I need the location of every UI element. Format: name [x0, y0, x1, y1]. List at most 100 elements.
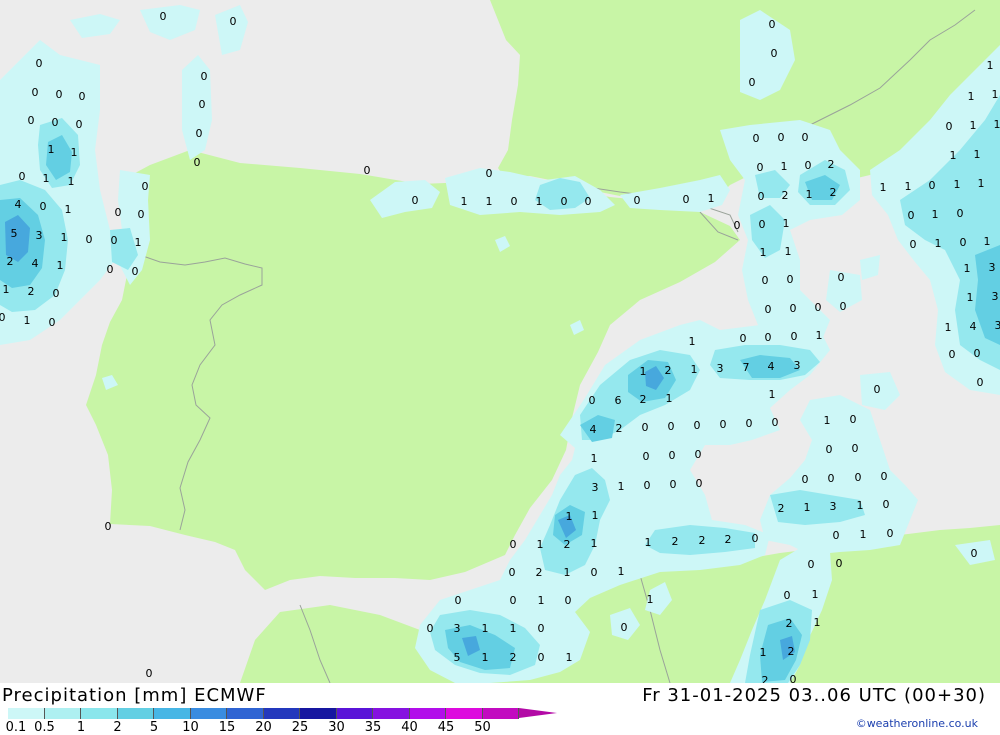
legend-swatch	[483, 708, 520, 719]
precip-value-label: 1	[486, 195, 493, 208]
legend-swatch	[446, 708, 483, 719]
precip-value-label: 0	[850, 413, 857, 426]
precip-value-label: 0	[107, 263, 114, 276]
precip-value-label: 1	[994, 118, 1000, 131]
precip-value-label: 1	[769, 388, 776, 401]
precip-value-label: 0	[28, 114, 35, 127]
precip-value-label: 1	[566, 510, 573, 523]
precip-value-label: 0	[790, 673, 797, 683]
precip-value-label: 1	[974, 148, 981, 161]
precip-value-label: 0	[787, 273, 794, 286]
precip-value-label: 1	[860, 528, 867, 541]
precip-value-label: 1	[645, 536, 652, 549]
precip-value-label: 0	[759, 218, 766, 231]
precip-value-label: 0	[784, 589, 791, 602]
precip-value-label: 0	[538, 651, 545, 664]
precip-value-label: 1	[812, 588, 819, 601]
precip-value-label: 0	[778, 131, 785, 144]
precip-value-label: 0	[115, 206, 122, 219]
precip-value-label: 3	[36, 229, 43, 242]
precip-value-label: 0	[511, 195, 518, 208]
forecast-datetime: Fr 31-01-2025 03..06 UTC (00+30)	[642, 685, 986, 706]
precip-value-label: 0	[974, 347, 981, 360]
precip-value-label: 3	[992, 290, 999, 303]
precip-value-label: 0	[79, 90, 86, 103]
precip-value-label: 1	[945, 321, 952, 334]
precip-value-label: 0	[561, 195, 568, 208]
precip-value-label: 0	[53, 287, 60, 300]
precip-value-label: 0	[694, 419, 701, 432]
precip-value-label: 1	[592, 509, 599, 522]
precip-value-label: 1	[647, 593, 654, 606]
precip-value-label: 1	[816, 329, 823, 342]
precip-value-label: 0	[668, 420, 675, 433]
precip-value-label: 0	[772, 416, 779, 429]
precip-value-label: 0	[720, 418, 727, 431]
precip-value-label: 1	[43, 172, 50, 185]
map-footer: Precipitation [mm] ECMWF Fr 31-01-2025 0…	[0, 683, 1000, 733]
precip-value-label: 0	[364, 164, 371, 177]
precip-value-label: 1	[760, 646, 767, 659]
precip-value-label: 0	[56, 88, 63, 101]
precip-value-label: 1	[65, 203, 72, 216]
map-title: Precipitation [mm] ECMWF	[2, 685, 267, 706]
precip-value-label: 0	[683, 193, 690, 206]
precip-value-label: 7	[743, 361, 750, 374]
precip-value-label: 0	[538, 622, 545, 635]
precip-value-label: 0	[52, 116, 59, 129]
precip-value-label: 1	[970, 119, 977, 132]
precip-value-label: 1	[461, 195, 468, 208]
legend-swatch	[118, 708, 155, 719]
precip-value-label: 0	[40, 200, 47, 213]
legend-color-bar	[8, 708, 557, 719]
precip-value-label: 3	[995, 319, 1000, 332]
precip-value-label: 0	[589, 394, 596, 407]
precip-value-label: 0	[565, 594, 572, 607]
precip-value-label: 0	[838, 271, 845, 284]
precip-value-label: 1	[814, 616, 821, 629]
precip-value-label: 1	[857, 499, 864, 512]
precip-value-label: 3	[830, 500, 837, 513]
precip-value-label: 0	[855, 471, 862, 484]
legend-swatch	[154, 708, 191, 719]
credit-link[interactable]: ©weatheronline.co.uk	[856, 717, 978, 730]
precip-value-label: 0	[874, 383, 881, 396]
precip-value-label: 1	[3, 283, 10, 296]
precip-value-label: 1	[48, 143, 55, 156]
precip-value-label: 2	[510, 651, 517, 664]
precip-value-label: 6	[615, 394, 622, 407]
precip-value-label: 0	[946, 120, 953, 133]
precip-value-label: 4	[590, 423, 597, 436]
precip-value-label: 0	[76, 118, 83, 131]
precip-value-label: 5	[454, 651, 461, 664]
precip-value-label: 0	[642, 421, 649, 434]
precip-value-label: 3	[454, 622, 461, 635]
precip-value-label: 1	[618, 480, 625, 493]
precip-value-label: 0	[765, 331, 772, 344]
precip-value-label: 0	[146, 667, 153, 680]
precip-value-label: 0	[815, 301, 822, 314]
precipitation-legend: 0.10.5125101520253035404550	[0, 705, 530, 733]
precip-value-label: 0	[746, 417, 753, 430]
precip-value-label: 0	[142, 180, 149, 193]
precip-value-label: 1	[806, 188, 813, 201]
precip-value-label: 1	[135, 236, 142, 249]
precip-value-label: 0	[412, 194, 419, 207]
precip-value-label: 1	[618, 565, 625, 578]
precip-value-label: 1	[978, 177, 985, 190]
precip-value-label: 2	[725, 533, 732, 546]
precip-value-label: 1	[804, 501, 811, 514]
precip-value-label: 0	[0, 311, 6, 324]
precip-value-label: 1	[666, 392, 673, 405]
precip-value-label: 0	[826, 443, 833, 456]
precip-value-label: 2	[536, 566, 543, 579]
precip-value-label: 0	[36, 57, 43, 70]
legend-arrow-icon	[519, 708, 557, 718]
precip-value-label: 2	[786, 617, 793, 630]
precip-value-label: 2	[564, 538, 571, 551]
precip-value-label: 0	[132, 265, 139, 278]
precip-value-label: 0	[758, 190, 765, 203]
precip-value-label: 5	[11, 227, 18, 240]
precip-value-label: 2	[672, 535, 679, 548]
precip-value-label: 1	[785, 245, 792, 258]
